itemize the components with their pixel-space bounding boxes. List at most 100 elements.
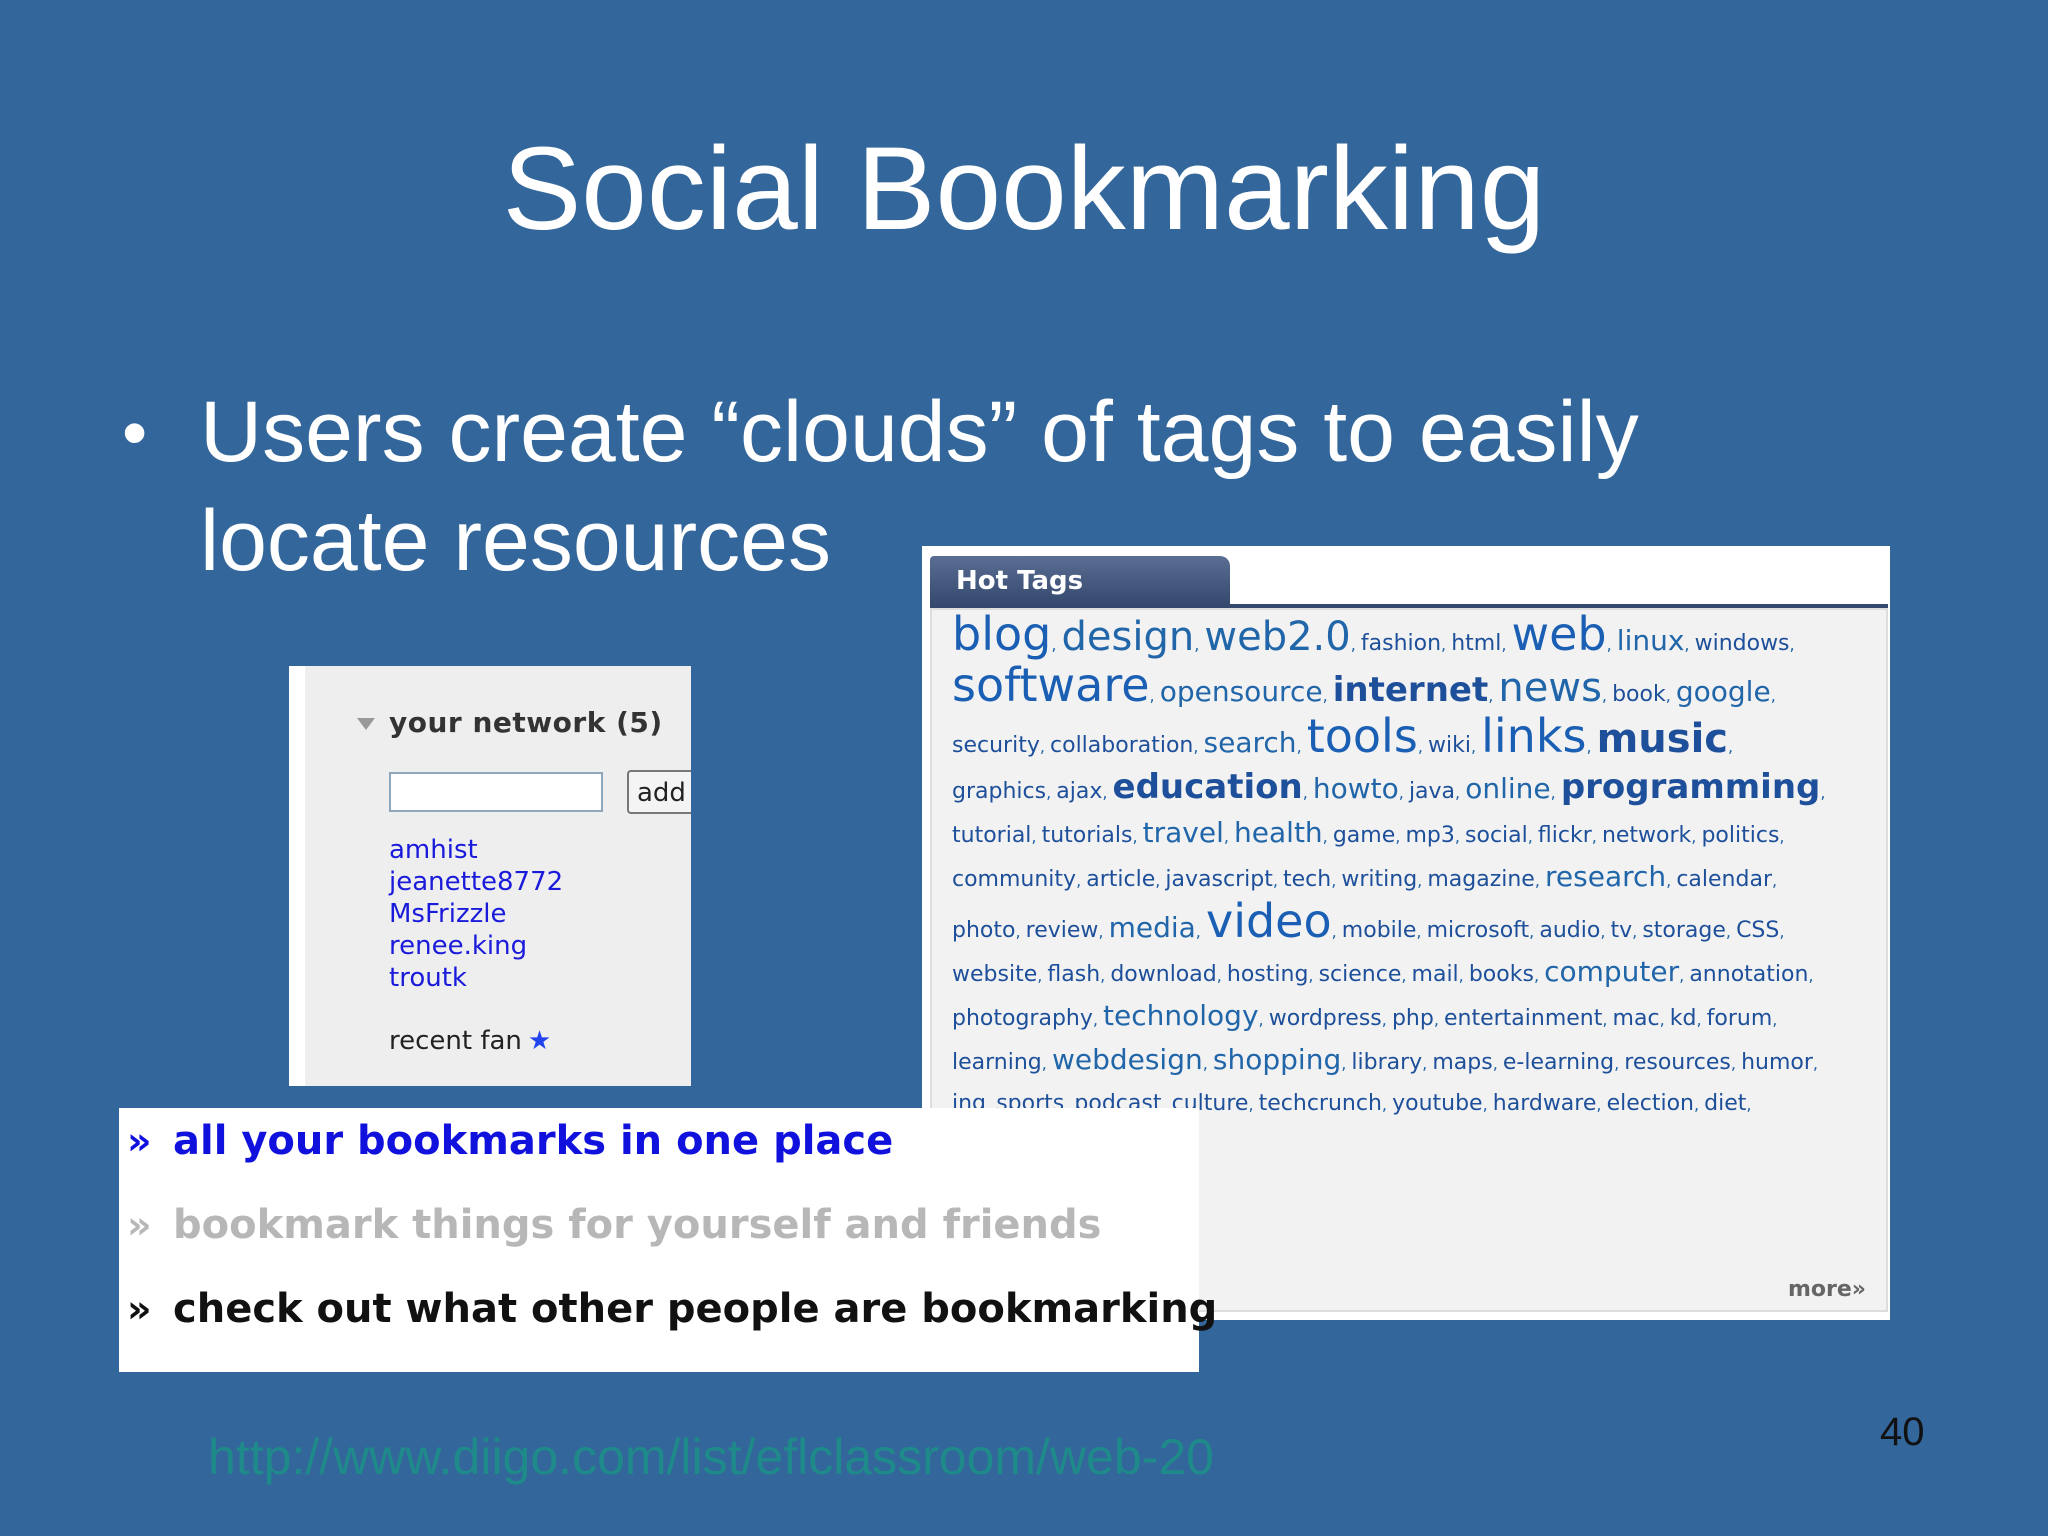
tag-link[interactable]: hardware — [1493, 1091, 1597, 1116]
tag-link[interactable]: web2.0 — [1204, 614, 1350, 660]
tag-link[interactable]: maps — [1432, 1050, 1492, 1075]
tag-link[interactable]: hosting — [1227, 962, 1309, 987]
tag-link[interactable]: storage — [1642, 918, 1726, 943]
tag-link[interactable]: health — [1234, 816, 1323, 849]
tag-link[interactable]: opensource — [1160, 675, 1323, 708]
tag-link[interactable]: links — [1481, 709, 1586, 763]
tag-link[interactable]: media — [1109, 911, 1196, 944]
tag-link[interactable]: php — [1392, 1006, 1434, 1031]
tag-link[interactable]: youtube — [1392, 1091, 1483, 1116]
tag-link[interactable]: howto — [1313, 772, 1399, 805]
tag-link[interactable]: writing — [1341, 867, 1417, 892]
tag-link[interactable]: tools — [1307, 709, 1418, 763]
tag-link[interactable]: forum — [1707, 1006, 1773, 1031]
tag-link[interactable]: download — [1110, 962, 1216, 987]
tag-link[interactable]: education — [1113, 767, 1303, 807]
tag-link[interactable]: mobile — [1342, 918, 1417, 943]
feature-item[interactable]: » bookmark things for yourself and friend… — [127, 1202, 1101, 1248]
tag-link[interactable]: programming — [1561, 767, 1821, 807]
tag-link[interactable]: internet — [1333, 670, 1488, 710]
tag-link[interactable]: java — [1409, 779, 1455, 804]
tag-link[interactable]: wiki — [1428, 733, 1471, 758]
tag-link[interactable]: article — [1086, 867, 1155, 892]
tag-link[interactable]: research — [1545, 860, 1666, 893]
tag-link[interactable]: fashion — [1361, 631, 1441, 656]
tag-link[interactable]: humor — [1741, 1050, 1813, 1075]
tag-link[interactable]: mail — [1412, 962, 1459, 987]
feature-item[interactable]: » all your bookmarks in one place — [127, 1118, 893, 1164]
tag-link[interactable]: search — [1204, 726, 1297, 759]
source-url[interactable]: http://www.diigo.com/list/eflclassroom/w… — [208, 1428, 1214, 1486]
tag-link[interactable]: tech — [1283, 867, 1331, 892]
tag-link[interactable]: video — [1206, 894, 1332, 948]
tag-link[interactable]: computer — [1544, 955, 1679, 988]
tag-link[interactable]: entertainment — [1444, 1006, 1602, 1031]
tag-link[interactable]: blog — [952, 607, 1051, 661]
tag-link[interactable]: google — [1676, 675, 1771, 708]
tag-link[interactable]: javascript — [1165, 867, 1272, 892]
add-button[interactable]: add — [627, 770, 691, 814]
network-user-link[interactable]: MsFrizzle — [389, 898, 563, 930]
tag-link[interactable]: e-learning — [1503, 1050, 1614, 1075]
tag-link[interactable]: network — [1602, 823, 1691, 848]
tag-link[interactable]: community — [952, 867, 1076, 892]
tag-link[interactable]: audio — [1539, 918, 1600, 943]
tag-link[interactable]: diet — [1704, 1091, 1746, 1116]
tag-link[interactable]: techcrunch — [1259, 1091, 1382, 1116]
tag-link[interactable]: collaboration — [1050, 733, 1193, 758]
network-user-link[interactable]: renee.king — [389, 930, 563, 962]
tag-link[interactable]: social — [1465, 823, 1528, 848]
tag-link[interactable]: wordpress — [1269, 1006, 1382, 1031]
tag-link[interactable]: tv — [1610, 918, 1632, 943]
tag-link[interactable]: windows — [1695, 631, 1790, 656]
tag-link[interactable]: flickr — [1538, 823, 1592, 848]
tag-link[interactable]: design — [1062, 614, 1195, 660]
tag-link[interactable]: book — [1612, 682, 1666, 707]
network-add-input[interactable] — [389, 772, 603, 812]
tag-link[interactable]: linux — [1617, 624, 1685, 657]
collapse-triangle-icon[interactable] — [357, 718, 375, 730]
more-link[interactable]: more» — [1788, 1277, 1866, 1302]
tag-link[interactable]: flash — [1047, 962, 1100, 987]
tag-link[interactable]: photo — [952, 918, 1015, 943]
tag-link[interactable]: mac — [1613, 1006, 1660, 1031]
tag-link[interactable]: travel — [1143, 816, 1224, 849]
tag-link[interactable]: tutorials — [1042, 823, 1133, 848]
tag-link[interactable]: online — [1465, 772, 1550, 805]
tag-link[interactable]: kd — [1670, 1006, 1697, 1031]
tag-link[interactable]: graphics — [952, 779, 1046, 804]
network-heading[interactable]: your network (5) — [357, 706, 663, 739]
tag-link[interactable]: calendar — [1676, 867, 1772, 892]
tag-link[interactable]: software — [952, 658, 1150, 712]
tag-link[interactable]: CSS — [1736, 918, 1779, 943]
tag-link[interactable]: magazine — [1427, 867, 1535, 892]
tag-link[interactable]: tutorial — [952, 823, 1031, 848]
tag-link[interactable]: security — [952, 733, 1040, 758]
tag-link[interactable]: html — [1451, 631, 1501, 656]
tag-link[interactable]: learning — [952, 1050, 1042, 1075]
hot-tags-tab[interactable]: Hot Tags — [930, 556, 1230, 606]
tag-link[interactable]: resources — [1624, 1050, 1731, 1075]
network-user-link[interactable]: amhist — [389, 834, 563, 866]
star-icon[interactable]: ★ — [528, 1026, 551, 1056]
tag-link[interactable]: microsoft — [1427, 918, 1530, 943]
tag-link[interactable]: books — [1469, 962, 1534, 987]
tag-link[interactable]: shopping — [1213, 1043, 1341, 1076]
network-user-link[interactable]: troutk — [389, 962, 563, 994]
network-user-link[interactable]: jeanette8772 — [389, 866, 563, 898]
tag-link[interactable]: news — [1498, 665, 1602, 711]
tag-link[interactable]: webdesign — [1052, 1043, 1203, 1076]
tag-link[interactable]: photography — [952, 1006, 1093, 1031]
tag-link[interactable]: technology — [1103, 999, 1258, 1032]
tag-link[interactable]: web — [1512, 607, 1607, 661]
tag-link[interactable]: ajax — [1056, 779, 1102, 804]
tag-link[interactable]: library — [1351, 1050, 1422, 1075]
tag-link[interactable]: annotation — [1689, 962, 1808, 987]
tag-link[interactable]: politics — [1701, 823, 1779, 848]
tag-link[interactable]: review — [1026, 918, 1099, 943]
tag-link[interactable]: mp3 — [1405, 823, 1454, 848]
tag-link[interactable]: election — [1607, 1091, 1694, 1116]
tag-link[interactable]: science — [1319, 962, 1402, 987]
tag-link[interactable]: game — [1333, 823, 1395, 848]
feature-item[interactable]: » check out what other people are bookmar… — [127, 1286, 1217, 1332]
